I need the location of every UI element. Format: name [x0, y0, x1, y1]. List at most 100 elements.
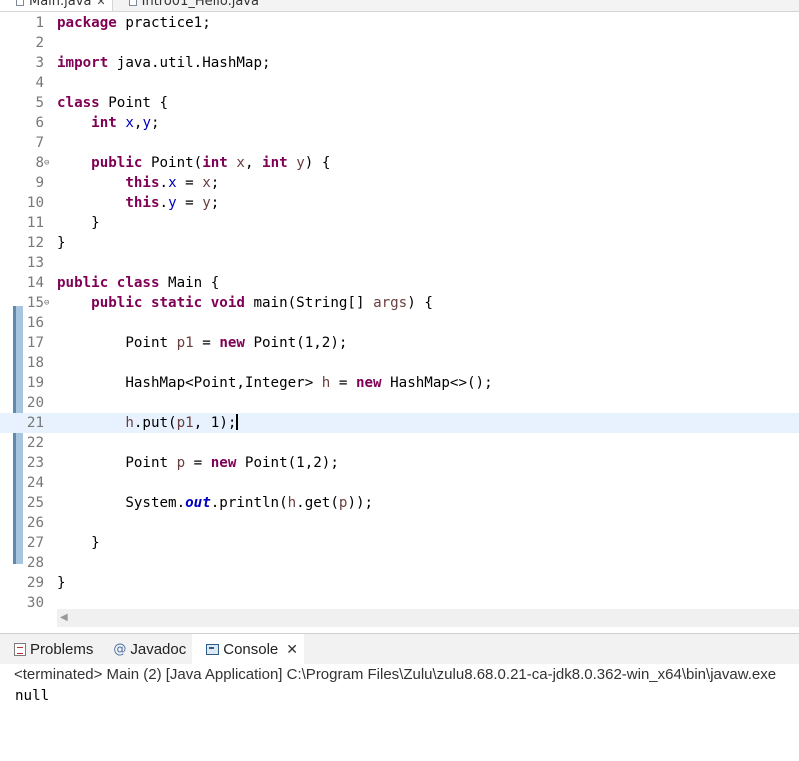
code-line[interactable]: 13 — [0, 253, 799, 273]
code-text: import java.util.HashMap; — [57, 53, 271, 73]
line-number: 8 — [35, 155, 44, 171]
tab-problems[interactable]: Problems — [0, 634, 99, 664]
console-output[interactable]: null — [15, 688, 49, 704]
code-line[interactable]: 19 HashMap<Point,Integer> h = new HashMa… — [0, 373, 799, 393]
line-number: 30 — [26, 595, 44, 611]
editor-tab-intro01-hello-java[interactable]: Intro01_Hello.java — [113, 0, 265, 11]
code-token: out — [185, 495, 211, 511]
line-number: 13 — [26, 255, 44, 271]
code-token: , — [244, 155, 263, 171]
code-line[interactable]: 11 } — [0, 213, 799, 233]
code-token: public — [91, 155, 143, 171]
code-token: y — [296, 155, 305, 171]
scroll-left-arrow-icon[interactable]: ◀ — [60, 612, 68, 623]
code-line[interactable]: 6 int x,y; — [0, 113, 799, 133]
code-token: x — [202, 175, 211, 191]
line-number: 10 — [26, 195, 44, 211]
code-token: )); — [347, 495, 374, 511]
problems-icon — [14, 642, 26, 656]
tab-problems-label: Problems — [30, 640, 94, 658]
code-token: y — [202, 195, 211, 211]
code-line[interactable]: 15 ⊖ public static void main(String[] arg… — [0, 293, 799, 313]
code-token: ) { — [304, 155, 331, 171]
line-number: 27 — [26, 535, 44, 551]
code-token: int — [262, 155, 288, 171]
code-line[interactable]: 27 } — [0, 533, 799, 553]
line-number: 21 — [26, 415, 44, 431]
code-token: args — [373, 295, 408, 311]
code-token: class — [116, 275, 160, 291]
code-text: HashMap<Point,Integer> h = new HashMap<>… — [57, 373, 492, 393]
code-token: main(String[] — [244, 295, 374, 311]
code-text: public static void main(String[] args) { — [57, 293, 433, 313]
code-token: new — [219, 335, 245, 351]
code-line[interactable]: 24 — [0, 473, 799, 493]
tab-javadoc[interactable]: @ Javadoc — [99, 634, 192, 664]
code-line[interactable]: 12} — [0, 233, 799, 253]
code-line[interactable]: 10 this.y = y; — [0, 193, 799, 213]
bottom-views-panel: Problems @ Javadoc Console ✕ <terminated… — [0, 633, 799, 761]
code-line[interactable]: 29} — [0, 573, 799, 593]
code-line[interactable]: 26 — [0, 513, 799, 533]
code-token: h — [125, 415, 134, 431]
close-icon[interactable]: ✕ — [96, 0, 105, 8]
code-line[interactable]: 20 — [0, 393, 799, 413]
code-token: p1 — [176, 335, 194, 351]
code-token: x — [168, 175, 177, 191]
code-text: Point p1 = new Point(1,2); — [57, 333, 347, 353]
code-line[interactable]: 9 this.x = x; — [0, 173, 799, 193]
line-number: 26 — [26, 515, 44, 531]
console-status-line: <terminated> Main (2) [Java Application]… — [14, 666, 777, 683]
code-line[interactable]: 14 public class Main { — [0, 273, 799, 293]
code-token: Point { — [99, 95, 169, 111]
code-text: int x,y; — [57, 113, 160, 133]
code-line[interactable]: 7 — [0, 133, 799, 153]
code-text: } — [57, 573, 66, 593]
code-line[interactable]: 3 import java.util.HashMap; — [0, 53, 799, 73]
code-token: ; — [150, 115, 160, 131]
code-line[interactable]: 16 — [0, 313, 799, 333]
horizontal-scrollbar[interactable]: ◀ — [57, 609, 799, 627]
code-text: class Point { — [57, 93, 168, 113]
editor-tab-bar: Main.java ✕ Intro01_Hello.java — [0, 0, 799, 12]
code-token: } — [57, 235, 66, 251]
collapse-fold-icon[interactable]: ⊖ — [44, 153, 49, 173]
editor-tab-label: Main.java — [29, 0, 92, 9]
tab-console[interactable]: Console ✕ — [192, 634, 305, 664]
code-token: ) { — [407, 295, 433, 311]
code-line[interactable]: 21 h.put(p1, 1); — [0, 413, 799, 433]
line-number: 19 — [26, 375, 44, 391]
java-file-icon — [128, 0, 137, 6]
line-number: 16 — [26, 315, 44, 331]
code-line[interactable]: 22 — [0, 433, 799, 453]
code-text: System.out.println(h.get(p)); — [57, 493, 373, 513]
code-token: int — [202, 155, 228, 171]
code-token: package — [57, 15, 117, 31]
code-line[interactable]: 23 Point p = new Point(1,2); — [0, 453, 799, 473]
code-line[interactable]: 25 System.out.println(h.get(p)); — [0, 493, 799, 513]
code-line[interactable]: 17 Point p1 = new Point(1,2); — [0, 333, 799, 353]
code-line[interactable]: 2 — [0, 33, 799, 53]
code-text: this.y = y; — [57, 193, 219, 213]
line-number: 5 — [35, 95, 44, 111]
line-number: 3 — [35, 55, 44, 71]
code-token: = — [185, 455, 211, 471]
code-line[interactable]: 28 — [0, 553, 799, 573]
code-line[interactable]: 8 ⊖ public Point(int x, int y) { — [0, 153, 799, 173]
code-token: void — [210, 295, 245, 311]
close-icon[interactable]: ✕ — [286, 641, 298, 658]
code-line[interactable]: 5 class Point { — [0, 93, 799, 113]
code-token: y — [142, 115, 151, 131]
code-token: class — [57, 95, 100, 111]
code-line[interactable]: 18 — [0, 353, 799, 373]
code-line[interactable]: 1 package practice1; — [0, 13, 799, 33]
code-line[interactable]: 4 — [0, 73, 799, 93]
code-editor[interactable]: 1 package practice1; 2 3 import java.util.Ha… — [0, 12, 799, 611]
editor-tab-main-java[interactable]: Main.java ✕ — [0, 0, 113, 11]
code-token: static — [150, 295, 203, 311]
code-token: Point — [57, 455, 177, 471]
collapse-fold-icon[interactable]: ⊖ — [44, 293, 49, 313]
